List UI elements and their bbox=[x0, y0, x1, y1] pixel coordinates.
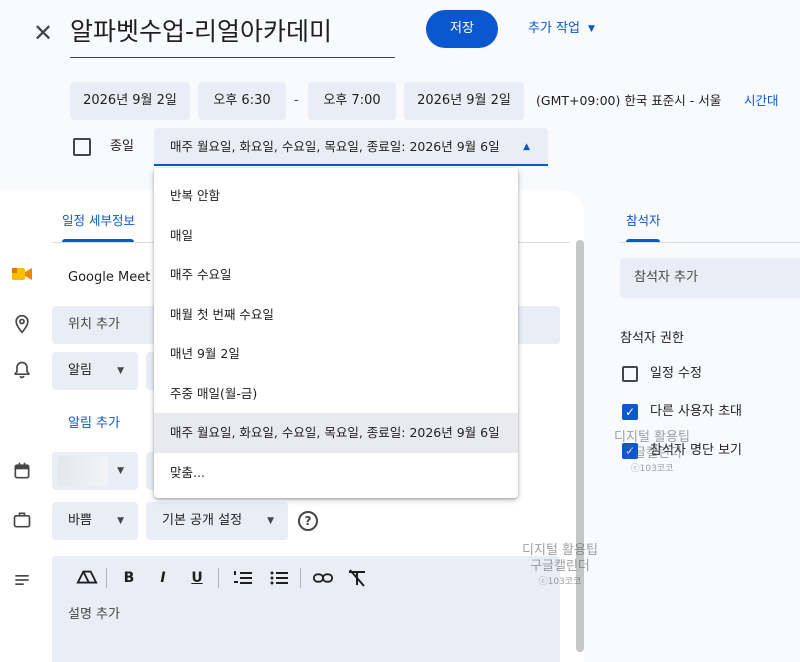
permission-modify-checkbox[interactable] bbox=[622, 366, 638, 382]
watermark-line: 디지털 활용팁 bbox=[522, 543, 598, 558]
clear-format-icon[interactable] bbox=[346, 568, 368, 588]
link-icon[interactable] bbox=[312, 568, 334, 588]
calendar-icon bbox=[14, 462, 30, 479]
repeat-option[interactable]: 매월 첫 번째 수요일 bbox=[154, 295, 518, 335]
description-placeholder: 설명 추가 bbox=[68, 607, 120, 622]
watermark-line: ⓒ103코코 bbox=[538, 577, 582, 587]
repeat-option[interactable]: 매년 9월 2일 bbox=[154, 334, 518, 374]
bell-icon bbox=[14, 361, 30, 379]
more-actions-button[interactable]: 추가 작업 ▼ bbox=[528, 18, 595, 40]
bulleted-list-icon[interactable] bbox=[268, 568, 290, 588]
dropdown-arrow-icon: ▼ bbox=[587, 24, 595, 34]
start-date-button[interactable]: 2026년 9월 2일 bbox=[70, 82, 190, 120]
bold-button[interactable]: B bbox=[118, 568, 140, 588]
notification-type-select[interactable]: 알림 ▼ bbox=[52, 352, 138, 390]
permission-invite-checkbox[interactable]: ✓ bbox=[622, 404, 638, 420]
dropdown-arrow-icon: ▼ bbox=[117, 466, 124, 476]
close-icon[interactable]: ✕ bbox=[30, 18, 56, 48]
watermark-line: 구글캘린더 bbox=[530, 559, 590, 574]
add-guests-input[interactable]: 참석자 추가 bbox=[620, 258, 800, 298]
tab-event-details[interactable]: 일정 세부정보 bbox=[62, 212, 135, 230]
guest-permissions-title: 참석자 권한 bbox=[620, 331, 684, 346]
numbered-list-icon[interactable] bbox=[232, 568, 254, 588]
repeat-option[interactable]: 매주 수요일 bbox=[154, 255, 518, 295]
visibility-select[interactable]: 기본 공개 설정 ▼ bbox=[146, 502, 288, 540]
more-actions-label: 추가 작업 bbox=[528, 21, 580, 36]
repeat-option-selected[interactable]: 매주 월요일, 화요일, 수요일, 목요일, 종료일: 2026년 9월 6일 bbox=[154, 413, 518, 453]
event-title-input[interactable]: 알파벳수업-리얼아카데미 bbox=[70, 10, 395, 58]
watermark-line: 구글캘린더 bbox=[622, 446, 682, 461]
repeat-option[interactable]: 주중 매일(월-금) bbox=[154, 374, 518, 414]
end-time-button[interactable]: 오후 7:00 bbox=[308, 82, 396, 120]
watermark-line: ⓒ103코코 bbox=[630, 464, 674, 474]
repeat-option-custom[interactable]: 맞춤... bbox=[154, 453, 518, 493]
description-icon bbox=[15, 575, 29, 585]
end-date-button[interactable]: 2026년 9월 2일 bbox=[404, 82, 524, 120]
google-meet-label[interactable]: Google Meet … bbox=[68, 268, 167, 288]
watermark-line: 디지털 활용팁 bbox=[614, 430, 690, 445]
location-pin-icon bbox=[15, 314, 29, 334]
repeat-option[interactable]: 매일 bbox=[154, 216, 518, 256]
repeat-option[interactable]: 반복 안함 bbox=[154, 176, 518, 216]
repeat-options-menu: 반복 안함 매일 매주 수요일 매월 첫 번째 수요일 매년 9월 2일 주중 … bbox=[154, 168, 518, 498]
toolbar-separator bbox=[106, 568, 107, 588]
briefcase-icon bbox=[13, 512, 31, 528]
dropdown-arrow-icon: ▼ bbox=[117, 366, 124, 376]
notification-type-label: 알림 bbox=[68, 363, 92, 378]
busy-status-select[interactable]: 바쁨 ▼ bbox=[52, 502, 138, 540]
underline-button[interactable]: U bbox=[186, 568, 208, 588]
permission-modify-label: 일정 수정 bbox=[650, 366, 702, 381]
italic-button[interactable]: I bbox=[152, 568, 174, 588]
timezone-link[interactable]: 시간대 bbox=[744, 82, 779, 120]
busy-status-label: 바쁨 bbox=[68, 513, 92, 528]
calendar-name-blurred bbox=[58, 456, 108, 486]
repeat-select[interactable]: 매주 월요일, 화요일, 수요일, 목요일, 종료일: 2026년 9월 6일 ▲ bbox=[154, 128, 548, 166]
visibility-label: 기본 공개 설정 bbox=[162, 513, 243, 528]
scrollbar[interactable] bbox=[576, 240, 584, 652]
dropdown-arrow-icon: ▼ bbox=[117, 516, 124, 526]
timezone-text: (GMT+09:00) 한국 표준시 - 서울 bbox=[536, 93, 722, 108]
drive-icon[interactable] bbox=[76, 568, 98, 588]
save-button[interactable]: 저장 bbox=[426, 10, 498, 48]
allday-label: 종일 bbox=[110, 139, 134, 154]
dropdown-arrow-icon: ▼ bbox=[267, 516, 274, 526]
watermark: 디지털 활용팁 구글캘린더 ⓒ103코코 bbox=[602, 430, 702, 476]
start-time-button[interactable]: 오후 6:30 bbox=[198, 82, 286, 120]
repeat-selected-value: 매주 월요일, 화요일, 수요일, 목요일, 종료일: 2026년 9월 6일 bbox=[170, 139, 500, 154]
allday-checkbox[interactable] bbox=[73, 138, 91, 156]
toolbar-separator bbox=[300, 568, 301, 588]
permission-invite-label: 다른 사용자 초대 bbox=[650, 404, 742, 419]
time-separator: - bbox=[294, 93, 299, 108]
tabs-divider bbox=[620, 242, 800, 243]
add-notification-link[interactable]: 알림 추가 bbox=[68, 414, 120, 434]
google-meet-icon bbox=[12, 268, 32, 280]
help-icon[interactable]: ? bbox=[298, 511, 318, 531]
chevron-up-icon: ▲ bbox=[523, 142, 530, 152]
calendar-select[interactable]: ▼ bbox=[52, 452, 138, 490]
toolbar-separator bbox=[218, 568, 219, 588]
watermark: 디지털 활용팁 구글캘린더 ⓒ103코코 bbox=[510, 543, 610, 589]
tab-guests[interactable]: 참석자 bbox=[626, 212, 661, 230]
